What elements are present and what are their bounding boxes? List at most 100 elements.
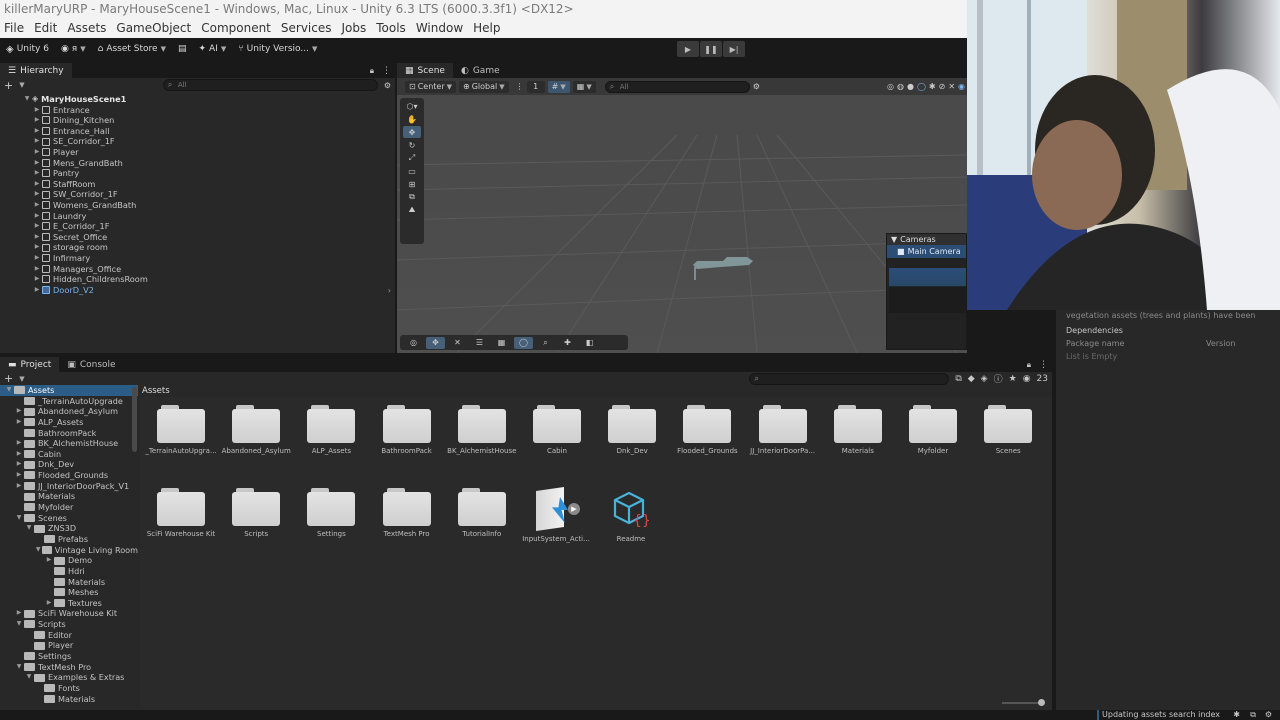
asset-folder[interactable]: TextMesh Pro bbox=[371, 488, 443, 538]
expand-arrow-icon[interactable]: ▶ bbox=[32, 147, 42, 158]
breadcrumb[interactable]: Assets bbox=[140, 385, 1052, 397]
menu-services[interactable]: Services bbox=[276, 19, 337, 38]
menu-window[interactable]: Window bbox=[411, 19, 468, 38]
project-tree-item[interactable]: Myfolder bbox=[0, 502, 138, 513]
hierarchy-item[interactable]: ▶ storage room bbox=[0, 242, 395, 253]
more-menu-icon[interactable]: ⋮ bbox=[1035, 360, 1052, 372]
lock-icon[interactable]: 🔒︎ bbox=[366, 66, 378, 78]
project-tree-item[interactable]: ▶ Cabin bbox=[0, 449, 138, 460]
rect-tool[interactable]: ▭ bbox=[403, 165, 421, 177]
tag-icon[interactable]: ◈ bbox=[981, 374, 988, 384]
hierarchy-item[interactable]: ▶ Player bbox=[0, 147, 395, 158]
debug-icon[interactable]: ✱ bbox=[1233, 710, 1240, 719]
expand-arrow-icon[interactable]: ▶ bbox=[32, 253, 42, 264]
project-tree-item[interactable]: Fonts bbox=[0, 683, 138, 694]
project-tree-item[interactable]: Hdri bbox=[0, 566, 138, 577]
hierarchy-item[interactable]: ▶ E_Corridor_1F bbox=[0, 221, 395, 232]
draw-mode-icon[interactable]: ◎ bbox=[887, 82, 894, 91]
expand-arrow-icon[interactable]: ▶ bbox=[32, 179, 42, 190]
account-button[interactable]: ◉ я ▼ bbox=[55, 41, 92, 57]
asset-folder[interactable]: Flooded_Grounds bbox=[671, 405, 743, 455]
tab-console[interactable]: ▣ Console bbox=[59, 357, 123, 372]
more-menu-icon[interactable]: ⋮ bbox=[378, 66, 395, 78]
menu-jobs[interactable]: Jobs bbox=[337, 19, 372, 38]
project-tree-item[interactable]: ▼ Scenes bbox=[0, 513, 138, 524]
expand-arrow-icon[interactable]: ▶ bbox=[44, 598, 54, 609]
project-tree-item[interactable]: ▶ Textures bbox=[0, 598, 138, 609]
hierarchy-item[interactable]: ▶ Entrance_Hall bbox=[0, 126, 395, 137]
project-tree-item[interactable]: ▶ Flooded_Grounds bbox=[0, 470, 138, 481]
hierarchy-item[interactable]: ▶ Dining_Kitchen bbox=[0, 115, 395, 126]
project-tree-item[interactable]: ▶ SciFi Warehouse Kit bbox=[0, 608, 138, 619]
play-button[interactable]: ▶ bbox=[677, 41, 699, 57]
pause-button[interactable]: ❚❚ bbox=[700, 41, 722, 57]
move-tool[interactable]: ✥ bbox=[403, 126, 421, 138]
collapse-arrow-icon[interactable]: ▼ bbox=[34, 545, 42, 556]
info-icon[interactable]: ⓘ bbox=[994, 372, 1003, 385]
move-handle-tool[interactable]: ✥ bbox=[426, 336, 445, 349]
menu-assets[interactable]: Assets bbox=[62, 19, 111, 38]
view-tool-toggle[interactable]: ⬡▾ bbox=[403, 100, 421, 112]
project-tree-item[interactable]: ▶ BK_AlchemistHouse bbox=[0, 438, 138, 449]
expand-arrow-icon[interactable]: ▶ bbox=[14, 449, 24, 460]
project-tree-item[interactable]: ▼ Examples & Extras bbox=[0, 672, 138, 683]
menu-file[interactable]: File bbox=[0, 19, 29, 38]
collapse-arrow-icon[interactable]: ▼ bbox=[24, 523, 34, 534]
expand-arrow-icon[interactable]: ▶ bbox=[14, 470, 24, 481]
expand-arrow-icon[interactable]: ▶ bbox=[14, 417, 24, 428]
terrain-tool[interactable]: ⛰ bbox=[403, 204, 421, 216]
2d-toggle-icon[interactable]: ◍ bbox=[897, 82, 904, 91]
asset-folder[interactable]: Scripts bbox=[220, 488, 292, 538]
lighting-icon[interactable]: ● bbox=[907, 82, 914, 91]
expand-arrow-icon[interactable]: ▶ bbox=[14, 459, 24, 470]
asset-folder[interactable]: SciFi Warehouse Kit bbox=[145, 488, 217, 538]
asset-folder[interactable]: Abandoned_Asylum bbox=[220, 405, 292, 455]
star-icon[interactable]: ★ bbox=[1009, 374, 1017, 384]
asset-input-system[interactable]: ▶ InputSystem_Acti... bbox=[520, 487, 592, 543]
tab-project[interactable]: ▬ Project bbox=[0, 357, 60, 372]
expand-arrow-icon[interactable]: ▶ bbox=[32, 211, 42, 222]
camera-overlay-header[interactable]: ▼ Cameras bbox=[887, 234, 966, 245]
hierarchy-prefab-row[interactable]: ▶ DoorD_V2 › bbox=[0, 285, 395, 296]
expand-arrow-icon[interactable]: ▶ bbox=[32, 274, 42, 285]
asset-folder[interactable]: Myfolder bbox=[897, 405, 969, 455]
asset-folder[interactable]: Materials bbox=[822, 405, 894, 455]
add-icon[interactable]: + bbox=[4, 372, 13, 385]
zoom-tool[interactable]: ⌕ bbox=[536, 337, 555, 349]
custom-tool[interactable]: ⧉ bbox=[403, 191, 421, 203]
transform-tool[interactable]: ⊞ bbox=[403, 178, 421, 190]
version-control-button[interactable]: ⑂ Unity Versio... ▼ bbox=[232, 41, 323, 57]
asset-store-button[interactable]: ⌂ Asset Store ▼ bbox=[92, 41, 172, 57]
hierarchy-item[interactable]: ▶ Laundry bbox=[0, 211, 395, 222]
hierarchy-item[interactable]: ▶ Managers_Office bbox=[0, 264, 395, 275]
project-tree-item[interactable]: ▼ ZNS3D bbox=[0, 523, 138, 534]
asset-folder[interactable]: Scenes bbox=[972, 405, 1044, 455]
pivot-dropdown[interactable]: ⊡ Center ▼ bbox=[405, 80, 457, 93]
scene-object-mesh[interactable] bbox=[693, 257, 753, 269]
project-tree-item[interactable]: ▼ Assets bbox=[0, 385, 138, 396]
expand-arrow-icon[interactable]: ▶ bbox=[32, 264, 42, 275]
expand-arrow-icon[interactable]: ▼ bbox=[22, 94, 32, 105]
project-tree-item[interactable]: _TerrainAutoUpgrade bbox=[0, 396, 138, 407]
project-tree-item[interactable]: ▼ TextMesh Pro bbox=[0, 662, 138, 673]
collapse-arrow-icon[interactable]: ▼ bbox=[14, 662, 24, 673]
project-tree-item[interactable]: Materials bbox=[0, 694, 138, 705]
expand-arrow-icon[interactable]: ▶ bbox=[14, 608, 24, 619]
add-point-tool[interactable]: ✚ bbox=[558, 337, 577, 349]
network-icon[interactable]: ⧉ bbox=[1250, 710, 1256, 720]
hierarchy-item[interactable]: ▶ Secret_Office bbox=[0, 232, 395, 243]
expand-arrow-icon[interactable]: ▶ bbox=[14, 481, 24, 492]
hierarchy-item[interactable]: ▶ Hidden_ChildrensRoom bbox=[0, 274, 395, 285]
scene-filter-icon[interactable]: ⚙ bbox=[753, 82, 760, 91]
menu-tools[interactable]: Tools bbox=[371, 19, 411, 38]
scene-search-input[interactable]: All bbox=[604, 80, 750, 93]
expand-arrow-icon[interactable]: ▶ bbox=[32, 189, 42, 200]
align-tool[interactable]: ☰ bbox=[470, 337, 489, 349]
project-tree-item[interactable]: Settings bbox=[0, 651, 138, 662]
hierarchy-item[interactable]: ▶ SW_Corridor_1F bbox=[0, 189, 395, 200]
effects-icon[interactable]: ✱ bbox=[929, 82, 936, 91]
tab-game[interactable]: ◐ Game bbox=[453, 63, 508, 78]
expand-arrow-icon[interactable]: ▶ bbox=[32, 158, 42, 169]
settings-icon[interactable]: ⚙ bbox=[1265, 710, 1272, 719]
expand-arrow-icon[interactable]: ▶ bbox=[32, 115, 42, 126]
